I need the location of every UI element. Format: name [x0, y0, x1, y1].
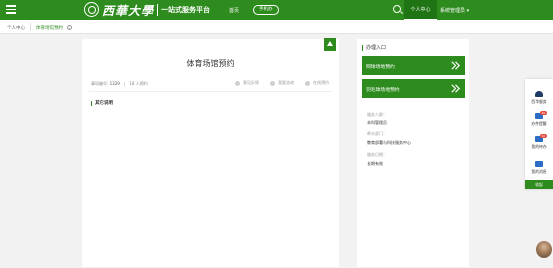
service-audience-value: 本科管理员: [367, 120, 387, 125]
panel-title: 办理入口: [362, 45, 386, 51]
double-chevron-right-icon: [451, 84, 461, 93]
badminton-booking-button[interactable]: 羽毛球场地预约: [362, 79, 465, 98]
section-heading: 其它说明: [91, 101, 113, 106]
university-logo-text: 西華大學: [102, 4, 155, 18]
service-detail-card: 体育场馆预约 事项编号: 1329 18 人预约 意见反馈 我要咨询 在线预约 …: [82, 38, 339, 267]
nav-personal-center[interactable]: 个人中心: [404, 0, 437, 20]
count-badge: 10: [540, 134, 547, 138]
meta-id-label: 事项编号:: [91, 81, 109, 86]
booking-count: 18 人预约: [129, 81, 148, 86]
divider: [89, 91, 332, 92]
lead-department-label: 牵头部门：: [367, 131, 387, 136]
search-icon[interactable]: [393, 5, 401, 13]
entry-panel: 办理入口 网球场地预约 羽毛球场地预约 服务人群： 本科管理员 牵头部门： 教育…: [357, 39, 469, 267]
meta-divider: [124, 81, 126, 87]
page-title: 体育场馆预约: [186, 59, 235, 68]
favorite-bookmark-icon[interactable]: [324, 38, 336, 51]
hamburger-menu-icon[interactable]: [6, 5, 16, 15]
service-audience-label: 服务人群：: [367, 112, 387, 117]
online-booking-label: 在线预约: [313, 80, 329, 85]
tennis-booking-button[interactable]: 网球场地预约: [362, 56, 465, 75]
service-date-value: 长期有效: [367, 161, 383, 166]
clock-icon: [305, 80, 310, 86]
logo-divider: [157, 4, 158, 16]
dock-collapse-button[interactable]: 收起: [525, 180, 553, 189]
feedback-label: 意见反馈: [243, 80, 259, 85]
dock-item-messages[interactable]: 我的消息: [525, 161, 553, 175]
dock-label: 西华服务: [531, 99, 547, 104]
entry-label: 羽毛球场地预约: [366, 88, 400, 93]
feedback-button[interactable]: 意见反馈: [235, 80, 259, 86]
dock-label: 我的待办: [531, 144, 547, 149]
nav-home-link[interactable]: 首页: [229, 7, 239, 14]
entry-label: 网球场地预约: [366, 65, 395, 70]
meta-id-value: 1329: [109, 81, 120, 86]
lead-department-value: 教育部署与科技服务中心: [367, 140, 411, 145]
double-chevron-right-icon: [451, 61, 461, 70]
user-menu-dropdown[interactable]: 系统管理员 ▾: [440, 7, 469, 14]
platform-title: 一站式服务平台: [161, 6, 210, 14]
top-navbar: 西華大學 一站式服务平台 首页 手机办 个人中心 系统管理员 ▾: [0, 0, 553, 20]
university-seal-logo: [84, 2, 99, 17]
chat-icon: [270, 80, 275, 86]
service-date-label: 服务日期：: [367, 152, 387, 157]
dock-label: 办件提醒: [531, 121, 547, 126]
floating-dock: 西华服务 10 办件提醒 10 我的待办 我的消息 收起: [525, 79, 553, 189]
close-tab-icon[interactable]: ×: [67, 25, 72, 30]
consult-label: 我要咨询: [278, 80, 294, 85]
online-booking-button[interactable]: 在线预约: [305, 80, 329, 86]
cap-icon: [535, 91, 543, 97]
count-badge: 10: [540, 111, 547, 115]
consult-button[interactable]: 我要咨询: [270, 80, 294, 86]
breadcrumb-personal-center[interactable]: 个人中心: [7, 25, 25, 31]
edit-icon: [235, 80, 240, 86]
service-meta: 事项编号: 1329 18 人预约: [91, 81, 148, 87]
dock-item-service[interactable]: 西华服务: [525, 91, 553, 105]
breadcrumb-current-tab[interactable]: 体育场馆预约: [36, 25, 63, 31]
dock-label: 我的消息: [531, 169, 547, 174]
mobile-app-button[interactable]: 手机办: [253, 5, 279, 15]
dock-item-reminders[interactable]: 10 办件提醒: [525, 111, 553, 127]
message-icon: [535, 161, 543, 167]
dock-item-todo[interactable]: 10 我的待办: [525, 134, 553, 150]
breadcrumb: 个人中心 体育场馆预约 ×: [0, 20, 553, 34]
breadcrumb-divider: [30, 23, 31, 31]
assistant-avatar[interactable]: [536, 241, 552, 258]
